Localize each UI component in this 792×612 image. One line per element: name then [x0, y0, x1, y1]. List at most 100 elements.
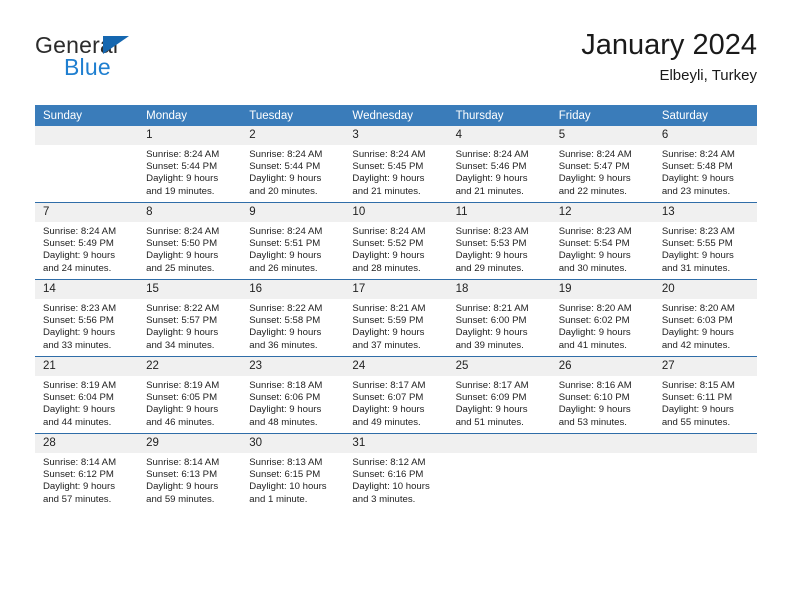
- calendar-day-cell: [447, 433, 551, 510]
- sunset-text: Sunset: 5:48 PM: [661, 161, 733, 173]
- day-number: 21: [35, 357, 139, 376]
- sunrise-text: Sunrise: 8:22 AM: [146, 303, 220, 314]
- day-number: 18: [447, 280, 551, 299]
- calendar-day-cell[interactable]: 15 Sunrise: 8:22 AM Sunset: 5:57 PM Dayligh…: [138, 279, 242, 357]
- calendar-day-cell[interactable]: 9 Sunrise: 8:24 AM Sunset: 5:51 PM Daylight…: [241, 202, 345, 280]
- daylight-text-line1: Daylight: 10 hours: [249, 481, 327, 493]
- weekday-header-wednesday: Wednesday: [344, 105, 448, 126]
- daylight-text-line1: Daylight: 9 hours: [43, 404, 115, 416]
- calendar-day-cell[interactable]: 22 Sunrise: 8:19 AM Sunset: 6:05 PM Dayligh…: [138, 356, 242, 434]
- daylight-text-line1: Daylight: 9 hours: [558, 173, 631, 185]
- day-details: Sunrise: 8:15 AM Sunset: 6:11 PM Daylight:…: [654, 376, 757, 429]
- calendar-day-cell[interactable]: 28 Sunrise: 8:14 AM Sunset: 6:12 PM Dayligh…: [35, 433, 139, 510]
- sunrise-text: Sunrise: 8:21 AM: [455, 303, 529, 314]
- page-subtitle-location: Elbeyli, Turkey: [659, 67, 757, 84]
- calendar-day-cell[interactable]: 2 Sunrise: 8:24 AM Sunset: 5:44 PM Daylight…: [241, 126, 345, 203]
- calendar-day-cell[interactable]: 26 Sunrise: 8:16 AM Sunset: 6:10 PM Dayligh…: [550, 356, 654, 434]
- daylight-text-line1: Daylight: 9 hours: [146, 327, 219, 339]
- calendar-day-cell[interactable]: 23 Sunrise: 8:18 AM Sunset: 6:06 PM Dayligh…: [241, 356, 345, 434]
- daylight-text-line2: and 46 minutes.: [146, 416, 215, 428]
- calendar-day-cell[interactable]: 21 Sunrise: 8:19 AM Sunset: 6:04 PM Dayligh…: [35, 356, 139, 434]
- daylight-text-line2: and 19 minutes.: [146, 185, 215, 197]
- page-header: General Blue January 2024 Elbeyli, Turke…: [35, 28, 757, 94]
- daylight-text-line1: Daylight: 10 hours: [352, 481, 430, 493]
- calendar-day-cell[interactable]: 4 Sunrise: 8:24 AM Sunset: 5:46 PM Daylight…: [447, 126, 551, 203]
- calendar-day-cell[interactable]: 7 Sunrise: 8:24 AM Sunset: 5:49 PM Daylight…: [35, 202, 139, 280]
- day-details: Sunrise: 8:24 AM Sunset: 5:47 PM Daylight:…: [551, 145, 654, 198]
- day-details: Sunrise: 8:24 AM Sunset: 5:44 PM Daylight:…: [241, 145, 344, 198]
- day-details: Sunrise: 8:16 AM Sunset: 6:10 PM Daylight:…: [551, 376, 654, 429]
- sunset-text: Sunset: 6:10 PM: [558, 392, 630, 404]
- calendar-day-cell[interactable]: 10 Sunrise: 8:24 AM Sunset: 5:52 PM Dayligh…: [344, 202, 448, 280]
- day-number: 1: [138, 126, 242, 145]
- day-number: 16: [241, 280, 345, 299]
- day-number: 7: [35, 203, 139, 222]
- calendar-day-cell[interactable]: 11 Sunrise: 8:23 AM Sunset: 5:53 PM Dayligh…: [447, 202, 551, 280]
- calendar-day-cell[interactable]: 1 Sunrise: 8:24 AM Sunset: 5:44 PM Daylight…: [138, 126, 242, 203]
- calendar-day-cell[interactable]: 13 Sunrise: 8:23 AM Sunset: 5:55 PM Dayligh…: [653, 202, 757, 280]
- sunrise-text: Sunrise: 8:24 AM: [352, 226, 426, 237]
- calendar-day-cell[interactable]: 16 Sunrise: 8:22 AM Sunset: 5:58 PM Dayligh…: [241, 279, 345, 357]
- daylight-text-line2: and 55 minutes.: [661, 416, 731, 428]
- day-number: 22: [138, 357, 242, 376]
- daylight-text-line1: Daylight: 9 hours: [146, 404, 219, 416]
- calendar-week-row: 28 Sunrise: 8:14 AM Sunset: 6:12 PM Dayligh…: [35, 433, 757, 510]
- calendar-day-cell[interactable]: 17 Sunrise: 8:21 AM Sunset: 5:59 PM Dayligh…: [344, 279, 448, 357]
- sunset-text: Sunset: 5:56 PM: [43, 315, 114, 327]
- sunrise-text: Sunrise: 8:20 AM: [558, 303, 632, 314]
- calendar-week-row: 1 Sunrise: 8:24 AM Sunset: 5:44 PM Daylight…: [35, 126, 757, 203]
- day-details: Sunrise: 8:24 AM Sunset: 5:50 PM Daylight:…: [138, 222, 241, 275]
- calendar-day-cell[interactable]: 25 Sunrise: 8:17 AM Sunset: 6:09 PM Dayligh…: [447, 356, 551, 434]
- day-details: Sunrise: 8:23 AM Sunset: 5:55 PM Daylight:…: [654, 222, 757, 275]
- daylight-text-line2: and 41 minutes.: [558, 339, 627, 351]
- sunset-text: Sunset: 5:58 PM: [249, 315, 321, 327]
- daylight-text-line2: and 37 minutes.: [352, 339, 421, 351]
- daylight-text-line1: Daylight: 9 hours: [661, 404, 734, 416]
- calendar-day-cell: [550, 433, 654, 510]
- sunrise-text: Sunrise: 8:24 AM: [249, 149, 323, 160]
- calendar-day-cell[interactable]: 8 Sunrise: 8:24 AM Sunset: 5:50 PM Daylight…: [138, 202, 242, 280]
- daylight-text-line2: and 1 minute.: [249, 493, 308, 505]
- sunrise-text: Sunrise: 8:21 AM: [352, 303, 426, 314]
- calendar-day-cell[interactable]: 6 Sunrise: 8:24 AM Sunset: 5:48 PM Daylight…: [653, 126, 757, 203]
- sunrise-text: Sunrise: 8:20 AM: [661, 303, 735, 314]
- general-blue-logo[interactable]: General Blue: [35, 32, 265, 92]
- calendar-week-row: 14 Sunrise: 8:23 AM Sunset: 5:56 PM Dayligh…: [35, 279, 757, 357]
- sunset-text: Sunset: 5:45 PM: [352, 161, 424, 173]
- daylight-text-line1: Daylight: 9 hours: [558, 250, 631, 262]
- day-number: 5: [550, 126, 654, 145]
- calendar-day-cell[interactable]: 5 Sunrise: 8:24 AM Sunset: 5:47 PM Daylight…: [550, 126, 654, 203]
- daylight-text-line1: Daylight: 9 hours: [146, 481, 219, 493]
- sunset-text: Sunset: 6:12 PM: [43, 469, 114, 481]
- day-details: Sunrise: 8:23 AM Sunset: 5:53 PM Daylight:…: [448, 222, 551, 275]
- sunrise-text: Sunrise: 8:24 AM: [146, 226, 220, 237]
- calendar-day-cell[interactable]: 31 Sunrise: 8:12 AM Sunset: 6:16 PM Dayligh…: [344, 433, 448, 510]
- calendar-day-cell[interactable]: 30 Sunrise: 8:13 AM Sunset: 6:15 PM Dayligh…: [241, 433, 345, 510]
- daylight-text-line2: and 57 minutes.: [43, 493, 112, 505]
- calendar-day-cell[interactable]: 20 Sunrise: 8:20 AM Sunset: 6:03 PM Dayligh…: [653, 279, 757, 357]
- sunset-text: Sunset: 5:50 PM: [146, 238, 218, 250]
- calendar-day-cell[interactable]: 27 Sunrise: 8:15 AM Sunset: 6:11 PM Dayligh…: [653, 356, 757, 434]
- sunrise-text: Sunrise: 8:14 AM: [43, 457, 117, 468]
- calendar-day-cell[interactable]: 14 Sunrise: 8:23 AM Sunset: 5:56 PM Dayligh…: [35, 279, 139, 357]
- sunrise-text: Sunrise: 8:13 AM: [249, 457, 323, 468]
- calendar-day-cell[interactable]: 3 Sunrise: 8:24 AM Sunset: 5:45 PM Daylight…: [344, 126, 448, 203]
- calendar-week-row: 21 Sunrise: 8:19 AM Sunset: 6:04 PM Dayligh…: [35, 356, 757, 434]
- sunset-text: Sunset: 5:55 PM: [661, 238, 733, 250]
- sunrise-text: Sunrise: 8:15 AM: [661, 380, 735, 391]
- sunset-text: Sunset: 6:16 PM: [352, 469, 424, 481]
- calendar-day-cell[interactable]: 19 Sunrise: 8:20 AM Sunset: 6:02 PM Dayligh…: [550, 279, 654, 357]
- day-number: 29: [138, 434, 242, 453]
- daylight-text-line1: Daylight: 9 hours: [249, 327, 322, 339]
- calendar-day-cell[interactable]: 29 Sunrise: 8:14 AM Sunset: 6:13 PM Dayligh…: [138, 433, 242, 510]
- calendar-day-cell[interactable]: 12 Sunrise: 8:23 AM Sunset: 5:54 PM Dayligh…: [550, 202, 654, 280]
- calendar-day-cell[interactable]: 24 Sunrise: 8:17 AM Sunset: 6:07 PM Dayligh…: [344, 356, 448, 434]
- calendar-week-row: 7 Sunrise: 8:24 AM Sunset: 5:49 PM Daylight…: [35, 202, 757, 280]
- sunset-text: Sunset: 5:52 PM: [352, 238, 424, 250]
- day-number: 12: [550, 203, 654, 222]
- day-details: Sunrise: 8:18 AM Sunset: 6:06 PM Daylight:…: [241, 376, 344, 429]
- daylight-text-line1: Daylight: 9 hours: [43, 250, 115, 262]
- daylight-text-line1: Daylight: 9 hours: [249, 173, 322, 185]
- calendar-day-cell[interactable]: 18 Sunrise: 8:21 AM Sunset: 6:00 PM Dayligh…: [447, 279, 551, 357]
- sunrise-text: Sunrise: 8:18 AM: [249, 380, 323, 391]
